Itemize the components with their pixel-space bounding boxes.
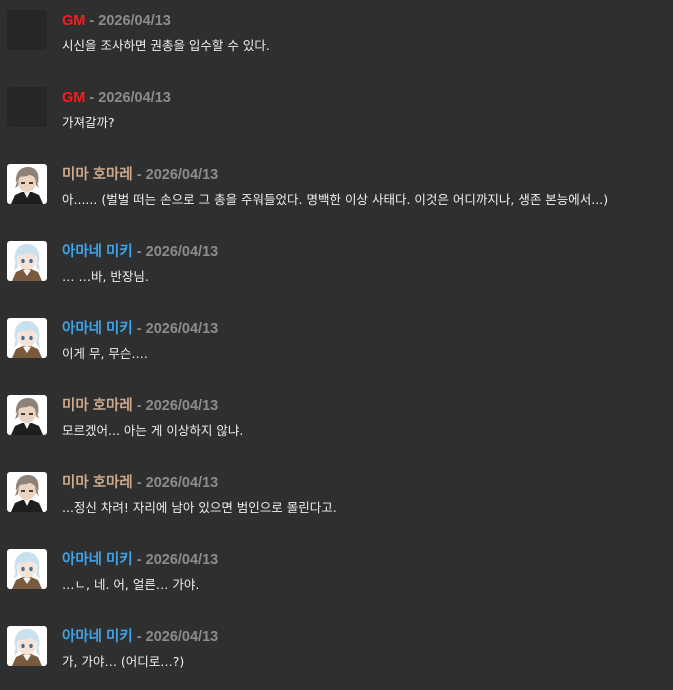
chat-message: 미마 호마레 - 2026/04/13 모르겠어... 아는 게 이상하지 않냐… bbox=[0, 385, 673, 462]
mima-avatar[interactable] bbox=[7, 472, 47, 512]
chat-message: GM - 2026/04/13 가져갈까? bbox=[0, 77, 673, 154]
message-date: 2026/04/13 bbox=[145, 244, 219, 260]
message-text: 가져갈까? bbox=[62, 115, 115, 130]
separator: - bbox=[136, 244, 142, 260]
separator: - bbox=[136, 552, 142, 568]
chat-message: 아마네 미키 - 2026/04/13 … …바, 반장님. bbox=[0, 231, 673, 308]
speaker-name[interactable]: GM bbox=[62, 90, 85, 106]
separator: - bbox=[89, 90, 95, 106]
chat-message: 미마 호마레 - 2026/04/13 ...정신 차려! 자리에 남아 있으면… bbox=[0, 462, 673, 539]
amane-avatar[interactable] bbox=[7, 549, 47, 589]
amane-avatar[interactable] bbox=[7, 318, 47, 358]
message-date: 2026/04/13 bbox=[98, 13, 171, 29]
message-date: 2026/04/13 bbox=[145, 475, 219, 491]
message-header: 아마네 미키 - 2026/04/13 bbox=[62, 551, 218, 569]
message-header: 미마 호마레 - 2026/04/13 bbox=[62, 166, 218, 184]
message-date: 2026/04/13 bbox=[145, 398, 219, 414]
amane-avatar[interactable] bbox=[7, 626, 47, 666]
message-header: GM - 2026/04/13 bbox=[62, 12, 171, 30]
message-date: 2026/04/13 bbox=[145, 552, 219, 568]
separator: - bbox=[136, 321, 142, 337]
message-text: … …바, 반장님. bbox=[62, 269, 149, 284]
blank-avatar[interactable] bbox=[7, 87, 47, 127]
blank-avatar[interactable] bbox=[7, 10, 47, 50]
chat-log[interactable]: GM - 2026/04/13 시신을 조사하면 권총을 입수할 수 있다. G… bbox=[0, 0, 673, 690]
chat-message: 아마네 미키 - 2026/04/13 …ㄴ, 네. 어, 얼른… 가야. bbox=[0, 539, 673, 616]
mima-avatar[interactable] bbox=[7, 164, 47, 204]
separator: - bbox=[136, 398, 142, 414]
speaker-name[interactable]: 아마네 미키 bbox=[62, 629, 133, 645]
message-text: …ㄴ, 네. 어, 얼른… 가야. bbox=[62, 577, 200, 592]
speaker-name[interactable]: 아마네 미키 bbox=[62, 321, 133, 337]
message-date: 2026/04/13 bbox=[145, 321, 219, 337]
speaker-name[interactable]: 미마 호마레 bbox=[62, 167, 133, 183]
message-text: 아...... (벌벌 떠는 손으로 그 총을 주워들었다. 명백한 이상 사태… bbox=[62, 192, 609, 207]
message-text: 이게 무, 무슨…. bbox=[62, 346, 148, 361]
speaker-name[interactable]: GM bbox=[62, 13, 85, 29]
separator: - bbox=[136, 167, 142, 183]
message-text: ...정신 차려! 자리에 남아 있으면 범인으로 몰린다고. bbox=[62, 500, 337, 515]
message-date: 2026/04/13 bbox=[145, 167, 219, 183]
message-text: 모르겠어... 아는 게 이상하지 않냐. bbox=[62, 423, 244, 438]
mima-avatar[interactable] bbox=[7, 395, 47, 435]
message-text: 시신을 조사하면 권총을 입수할 수 있다. bbox=[62, 38, 270, 53]
message-date: 2026/04/13 bbox=[145, 629, 219, 645]
chat-message: GM - 2026/04/13 시신을 조사하면 권총을 입수할 수 있다. bbox=[0, 0, 673, 77]
message-date: 2026/04/13 bbox=[98, 90, 171, 106]
chat-message: 미마 호마레 - 2026/04/13 아...... (벌벌 떠는 손으로 그… bbox=[0, 154, 673, 231]
speaker-name[interactable]: 미마 호마레 bbox=[62, 475, 133, 491]
message-header: 미마 호마레 - 2026/04/13 bbox=[62, 474, 218, 492]
chat-message: 아마네 미키 - 2026/04/13 가, 가야… (어디로…?) bbox=[0, 616, 673, 690]
message-header: 미마 호마레 - 2026/04/13 bbox=[62, 397, 218, 415]
separator: - bbox=[136, 475, 142, 491]
separator: - bbox=[136, 629, 142, 645]
separator: - bbox=[89, 13, 95, 29]
amane-avatar[interactable] bbox=[7, 241, 47, 281]
speaker-name[interactable]: 아마네 미키 bbox=[62, 244, 133, 260]
message-header: GM - 2026/04/13 bbox=[62, 89, 171, 107]
message-header: 아마네 미키 - 2026/04/13 bbox=[62, 320, 218, 338]
message-header: 아마네 미키 - 2026/04/13 bbox=[62, 243, 218, 261]
speaker-name[interactable]: 미마 호마레 bbox=[62, 398, 133, 414]
speaker-name[interactable]: 아마네 미키 bbox=[62, 552, 133, 568]
message-text: 가, 가야… (어디로…?) bbox=[62, 654, 185, 669]
message-header: 아마네 미키 - 2026/04/13 bbox=[62, 628, 218, 646]
chat-message: 아마네 미키 - 2026/04/13 이게 무, 무슨…. bbox=[0, 308, 673, 385]
